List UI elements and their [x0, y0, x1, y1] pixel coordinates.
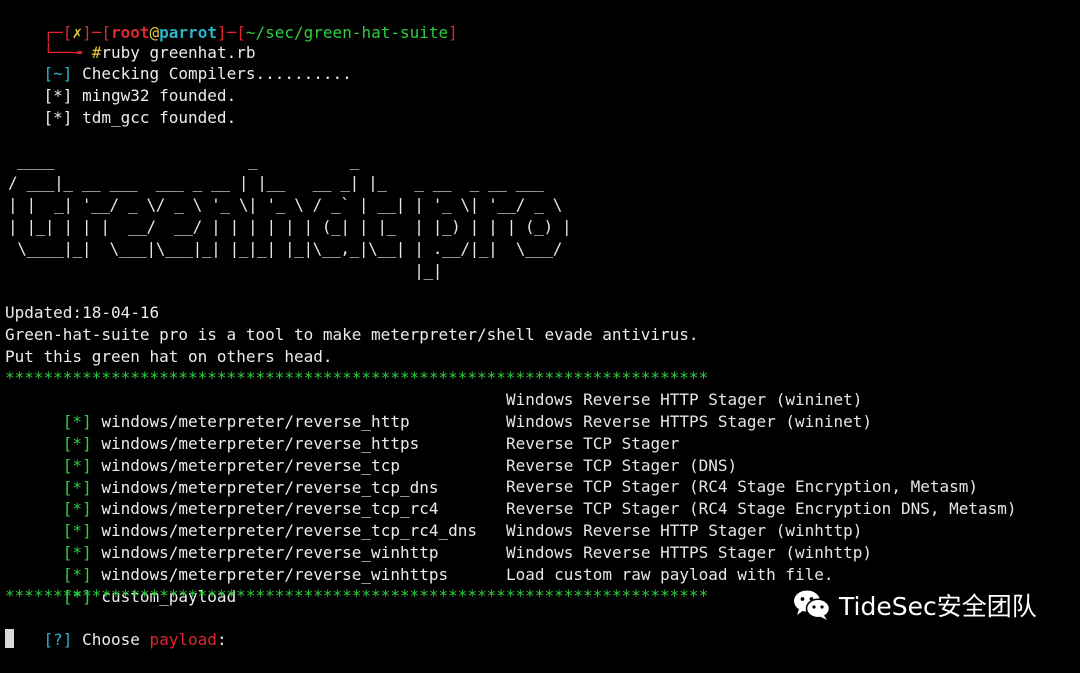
check-line: [~] Checking Compilers..........: [5, 41, 352, 83]
payload-item[interactable]: [*] windows/meterpreter/reverse_tcp_rc4: [5, 476, 439, 518]
payload-description: Windows Reverse HTTP Stager (wininet): [506, 390, 863, 409]
watermark: TideSec安全团队: [793, 588, 1037, 622]
separator-top: ****************************************…: [5, 368, 709, 387]
wechat-icon: [794, 590, 831, 620]
terminal-window[interactable]: ┌─[✗]─[root@parrot]─[~/sec/green-hat-sui…: [0, 0, 1080, 653]
tool-tagline: Put this green hat on others head.: [5, 347, 333, 366]
payload-description: Reverse TCP Stager (RC4 Stage Encryption…: [506, 477, 979, 496]
payload-item[interactable]: [*] windows/meterpreter/reverse_http: [5, 389, 410, 431]
payload-item[interactable]: [*] windows/meterpreter/reverse_tcp_dns: [5, 455, 439, 497]
choose-colon: :: [216, 630, 227, 649]
prompt-path: ~/sec/green-hat-suite: [245, 23, 449, 42]
choose-tag: [?]: [43, 630, 73, 649]
watermark-text: TideSec安全团队: [839, 592, 1037, 621]
payload-description: Windows Reverse HTTPS Stager (winhttp): [506, 543, 873, 562]
separator-bottom: ****************************************…: [5, 586, 709, 605]
payload-description: Reverse TCP Stager (RC4 Stage Encryption…: [506, 499, 1017, 518]
payload-item[interactable]: [*] windows/meterpreter/reverse_https: [5, 411, 419, 453]
payload-description: Reverse TCP Stager: [506, 434, 680, 453]
tool-description: Green-hat-suite pro is a tool to make me…: [5, 325, 699, 344]
choose-payload-prompt[interactable]: [?] Choose payload:: [5, 607, 227, 649]
payload-description: Reverse TCP Stager (DNS): [506, 456, 738, 475]
prompt-bracket-close: ]: [448, 23, 458, 42]
check-text: tdm_gcc founded.: [72, 108, 237, 127]
payload-item[interactable]: [*] custom_payload: [5, 564, 236, 606]
greenhat-pro-banner: ____ _ _ / ___|_ __ ___ ___ _ __ | |__ _…: [8, 151, 572, 280]
updated-date: Updated:18-04-16: [5, 303, 160, 322]
prompt-line: ┌─[✗]─[root@parrot]─[~/sec/green-hat-sui…: [5, 0, 458, 42]
payload-item[interactable]: [*] windows/meterpreter/reverse_tcp_rc4_…: [5, 498, 477, 540]
payload-item[interactable]: [*] windows/meterpreter/reverse_winhttps: [5, 542, 448, 584]
check-tag: [*]: [43, 108, 73, 127]
terminal-cursor[interactable]: [5, 629, 14, 648]
payload-description: Load custom raw payload with file.: [506, 565, 834, 584]
choose-keyword: payload: [149, 630, 217, 649]
payload-item[interactable]: [*] windows/meterpreter/reverse_tcp: [5, 433, 400, 475]
payload-description: Windows Reverse HTTP Stager (winhttp): [506, 521, 863, 540]
check-line: [*] tdm_gcc founded.: [5, 85, 237, 127]
choose-text: Choose: [72, 630, 150, 649]
command-line: └──╼ #ruby greenhat.rb: [5, 20, 256, 62]
payload-description: Windows Reverse HTTPS Stager (wininet): [506, 412, 873, 431]
payload-item[interactable]: [*] windows/meterpreter/reverse_winhttp: [5, 520, 439, 562]
check-line: [*] mingw32 founded.: [5, 63, 237, 105]
